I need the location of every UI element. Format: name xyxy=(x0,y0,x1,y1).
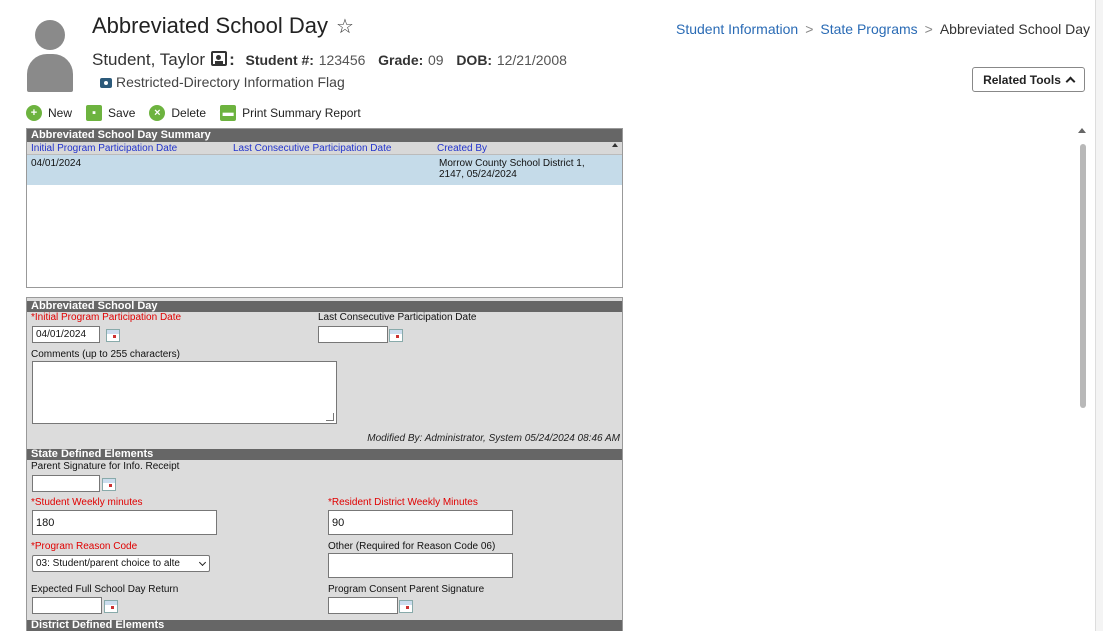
sort-ascending-icon[interactable] xyxy=(612,143,618,147)
page-title-text: Abbreviated School Day xyxy=(92,13,329,38)
new-button[interactable]: + New xyxy=(26,105,72,121)
student-number-value: 123456 xyxy=(318,52,366,68)
student-photo-placeholder xyxy=(27,20,73,92)
consent-signature-input[interactable] xyxy=(328,597,398,614)
restricted-flag-text: Restricted-Directory Information Flag xyxy=(116,74,345,90)
parent-signature-input[interactable] xyxy=(32,475,100,492)
row-initial-date: 04/01/2024 xyxy=(31,158,82,169)
student-weekly-minutes-input[interactable] xyxy=(32,510,217,535)
detail-section-title: Abbreviated School Day xyxy=(27,301,622,312)
camera-icon xyxy=(100,78,112,88)
breadcrumb-separator-icon: > xyxy=(805,21,814,37)
new-label: New xyxy=(48,106,73,120)
district-elements-title: District Defined Elements xyxy=(27,620,622,631)
chevron-up-icon xyxy=(1065,76,1076,87)
state-elements-title: State Defined Elements xyxy=(27,449,622,460)
student-name: Student, Taylor xyxy=(92,50,206,69)
last-date-label: Last Consecutive Participation Date xyxy=(318,312,477,323)
dob-label: DOB: xyxy=(456,52,493,68)
plus-icon: + xyxy=(26,105,42,121)
page-title: Abbreviated School Day ☆ xyxy=(92,13,354,39)
parent-signature-label: Parent Signature for Info. Receipt xyxy=(31,461,180,472)
resident-weekly-minutes-input[interactable] xyxy=(328,510,513,535)
grade-label: Grade: xyxy=(378,52,424,68)
save-label: Save xyxy=(108,106,136,120)
related-tools-label: Related Tools xyxy=(983,72,1061,87)
calendar-icon[interactable] xyxy=(106,329,120,342)
contact-card-icon[interactable] xyxy=(211,51,228,66)
other-reason-input[interactable] xyxy=(328,553,513,578)
print-summary-report-button[interactable]: ▬ Print Summary Report xyxy=(220,105,361,121)
avatar-body xyxy=(27,54,73,92)
resize-handle-icon[interactable] xyxy=(326,413,334,421)
card-icon-colon: : xyxy=(229,50,235,69)
initial-date-input[interactable] xyxy=(32,326,100,343)
row-created-by: Morrow County School District 1, 2147, 0… xyxy=(439,158,585,180)
detail-panel: Abbreviated School Day *Initial Program … xyxy=(26,297,623,631)
calendar-icon[interactable] xyxy=(104,600,118,613)
column-header-last-date[interactable]: Last Consecutive Participation Date xyxy=(233,143,391,154)
chevron-down-icon xyxy=(198,558,207,567)
breadcrumb-current: Abbreviated School Day xyxy=(939,21,1091,37)
initial-date-label: *Initial Program Participation Date xyxy=(31,312,182,323)
printer-icon: ▬ xyxy=(220,105,237,121)
program-reason-code-label: *Program Reason Code xyxy=(31,541,138,552)
dob-value: 12/21/2008 xyxy=(496,52,567,68)
last-date-input[interactable] xyxy=(318,326,388,343)
summary-panel: Abbreviated School Day Summary Initial P… xyxy=(26,128,623,288)
row-created-by-line2: 2147, 05/24/2024 xyxy=(439,169,517,180)
program-reason-code-select[interactable]: 03: Student/parent choice to alte xyxy=(32,555,210,572)
student-weekly-minutes-label: *Student Weekly minutes xyxy=(31,497,143,508)
save-button[interactable]: ▪ Save xyxy=(86,105,135,121)
summary-title: Abbreviated School Day Summary xyxy=(27,129,622,142)
row-created-by-line1: Morrow County School District 1, xyxy=(439,158,585,169)
student-info-line: Student, Taylor: Student #: 123456 Grade… xyxy=(92,50,575,70)
related-tools-button[interactable]: Related Tools xyxy=(972,67,1085,92)
window-edge xyxy=(1095,0,1103,631)
action-toolbar: + New ▪ Save × Delete ▬ Print Summary Re… xyxy=(26,102,375,124)
column-header-created-by[interactable]: Created By xyxy=(437,143,487,154)
vertical-scrollbar[interactable] xyxy=(1078,128,1088,631)
calendar-icon[interactable] xyxy=(399,600,413,613)
restricted-flag: Restricted-Directory Information Flag xyxy=(100,74,345,90)
delete-label: Delete xyxy=(171,106,207,120)
favorite-star-icon[interactable]: ☆ xyxy=(336,14,354,39)
consent-signature-label: Program Consent Parent Signature xyxy=(328,584,485,595)
breadcrumb-separator-icon: > xyxy=(924,21,933,37)
column-header-initial-date[interactable]: Initial Program Participation Date xyxy=(31,143,177,154)
delete-button[interactable]: × Delete xyxy=(149,105,206,121)
breadcrumb: Student Information > State Programs > Abbre… xyxy=(676,21,1090,37)
scroll-thumb[interactable] xyxy=(1080,144,1086,408)
breadcrumb-state-programs[interactable]: State Programs xyxy=(820,21,917,37)
table-row[interactable]: 04/01/2024 Morrow County School District… xyxy=(27,155,622,185)
expected-return-label: Expected Full School Day Return xyxy=(31,584,179,595)
expected-return-input[interactable] xyxy=(32,597,102,614)
modified-by-text: Modified By: Administrator, System 05/24… xyxy=(367,433,620,444)
delete-icon: × xyxy=(149,105,166,121)
print-label: Print Summary Report xyxy=(242,106,361,120)
other-reason-label: Other (Required for Reason Code 06) xyxy=(328,541,496,552)
scroll-up-icon[interactable] xyxy=(1078,128,1086,133)
breadcrumb-student-information[interactable]: Student Information xyxy=(676,21,798,37)
student-number-label: Student #: xyxy=(245,52,314,68)
calendar-icon[interactable] xyxy=(389,329,403,342)
resident-weekly-minutes-label: *Resident District Weekly Minutes xyxy=(328,497,478,508)
save-icon: ▪ xyxy=(86,105,103,121)
comments-textarea[interactable] xyxy=(32,361,337,424)
grade-value: 09 xyxy=(428,52,444,68)
summary-column-headers: Initial Program Participation Date Last … xyxy=(27,142,622,155)
program-reason-code-value: 03: Student/parent choice to alte xyxy=(36,558,180,569)
avatar-head xyxy=(35,20,65,50)
calendar-icon[interactable] xyxy=(102,478,116,491)
comments-label: Comments (up to 255 characters) xyxy=(31,349,180,360)
